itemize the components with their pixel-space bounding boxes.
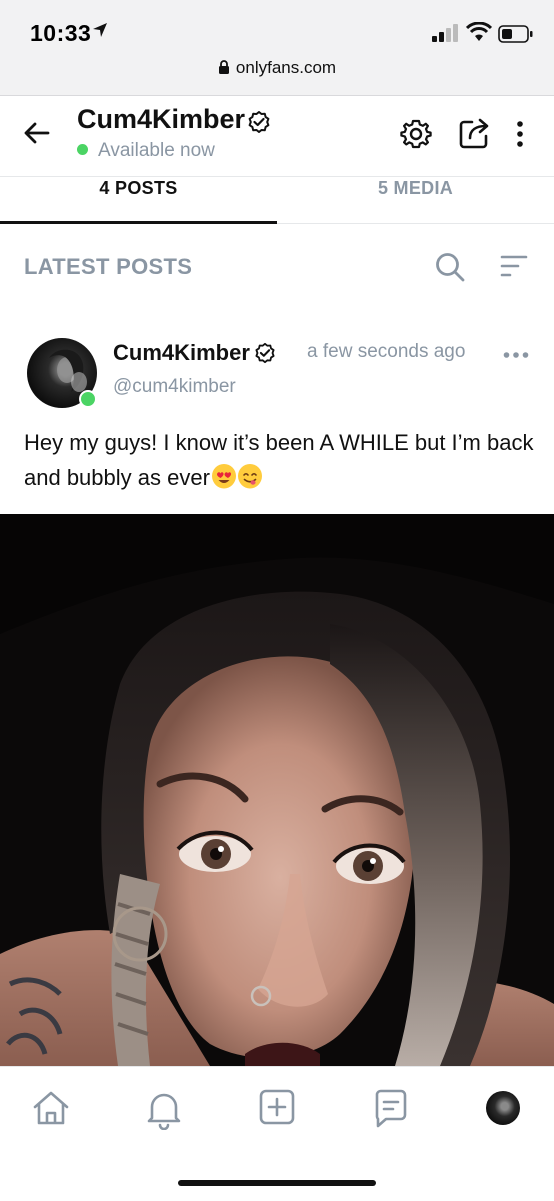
online-dot — [77, 144, 88, 155]
settings-gear-icon[interactable] — [400, 118, 432, 150]
header-divider — [0, 176, 554, 177]
post-image — [0, 514, 554, 1066]
post-text: Hey my guys! I know it’s been A WHILE bu… — [24, 425, 534, 495]
post-timestamp: a few seconds ago — [307, 341, 466, 362]
post-body: Hey my guys! I know it’s been A WHILE bu… — [24, 430, 534, 490]
address-bar[interactable]: onlyfans.com — [0, 58, 554, 78]
back-arrow-icon[interactable] — [22, 118, 52, 148]
cell-signal-icon — [432, 24, 458, 42]
tab-posts[interactable]: 4 POSTS — [0, 178, 277, 199]
sort-filter-icon[interactable] — [500, 254, 528, 278]
heart-eyes-emoji — [211, 464, 236, 489]
online-indicator — [79, 390, 97, 408]
messages-icon[interactable] — [372, 1088, 410, 1130]
tab-media[interactable]: 5 MEDIA — [277, 178, 554, 199]
home-indicator — [178, 1180, 376, 1186]
post-author-handle[interactable]: @cum4kimber — [113, 376, 236, 398]
more-vertical-icon[interactable] — [515, 120, 525, 148]
yum-emoji — [237, 464, 262, 489]
post-photo[interactable] — [0, 514, 554, 1066]
section-title: LATEST POSTS — [24, 254, 193, 279]
profile-avatar[interactable] — [486, 1091, 520, 1125]
status-time: 10:33 — [30, 20, 92, 46]
post-more-icon[interactable] — [503, 351, 529, 359]
post-author-name[interactable]: Cum4Kimber — [113, 340, 250, 366]
availability-text: Available now — [98, 140, 215, 161]
bell-icon[interactable] — [144, 1088, 184, 1130]
url-text: onlyfans.com — [235, 58, 337, 77]
profile-name: Cum4Kimber — [77, 104, 246, 134]
lock-icon — [218, 60, 229, 74]
browser-chrome: 10:33 onlyfans.com — [0, 0, 554, 96]
battery-icon — [498, 25, 533, 43]
location-arrow-icon — [93, 23, 107, 37]
share-icon[interactable] — [458, 116, 492, 150]
verified-badge-icon — [255, 342, 275, 364]
availability-status: Available now — [77, 140, 215, 162]
active-tab-indicator — [0, 221, 277, 224]
search-icon[interactable] — [435, 252, 465, 282]
add-post-icon[interactable] — [258, 1088, 296, 1126]
wifi-icon — [466, 22, 492, 41]
home-icon[interactable] — [31, 1088, 71, 1128]
verified-badge-icon — [248, 111, 270, 133]
